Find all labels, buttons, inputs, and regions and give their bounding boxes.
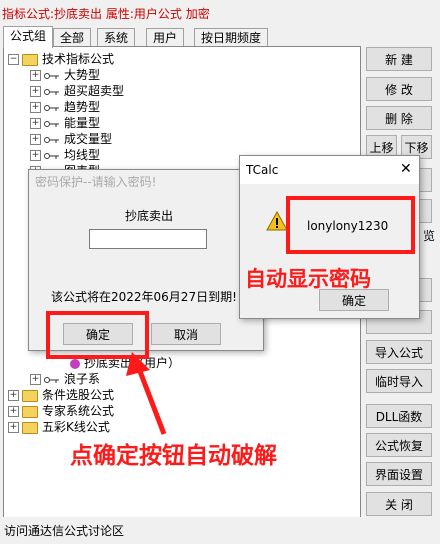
cancel-button[interactable]: 取消	[151, 323, 221, 345]
window-title: 指标公式:抄底卖出 属性:用户公式 加密	[2, 7, 210, 21]
tree-node-child[interactable]: + 大势型	[30, 67, 100, 83]
expand-icon[interactable]: +	[30, 102, 41, 113]
expand-icon[interactable]: +	[30, 374, 41, 385]
close-icon[interactable]: ✕	[400, 161, 412, 177]
folder-icon	[22, 389, 38, 402]
delete-button[interactable]: 删 除	[366, 106, 432, 130]
tree-node-child[interactable]: + 超买超卖型	[30, 83, 124, 99]
new-button[interactable]: 新 建	[366, 47, 432, 71]
key-icon	[44, 88, 59, 95]
folder-icon	[22, 421, 38, 434]
tcalc-title: TCalc	[246, 163, 279, 177]
forum-link[interactable]: 访问通达信公式讨论区	[4, 522, 124, 539]
folder-icon	[22, 405, 38, 418]
tab-by-date[interactable]: 按日期频度	[194, 28, 269, 47]
expand-icon[interactable]: +	[30, 118, 41, 129]
tree-node-child[interactable]: + 能量型	[30, 115, 100, 131]
dialog-title: 密码保护--请输入密码!	[35, 175, 157, 189]
tab-all[interactable]: 全部	[53, 28, 92, 47]
tree-node-child[interactable]: + 浪子系	[30, 371, 100, 387]
folder-icon	[22, 53, 38, 66]
modify-button[interactable]: 修 改	[366, 77, 432, 101]
ui-settings-button[interactable]: 界面设置	[366, 462, 432, 486]
tree-node-tech[interactable]: − 技术指标公式	[8, 51, 114, 67]
key-icon	[44, 376, 59, 383]
partial-label: 览	[423, 229, 436, 243]
expand-icon[interactable]: +	[30, 134, 41, 145]
expand-icon[interactable]: +	[30, 150, 41, 161]
password-input[interactable]	[89, 229, 207, 249]
expand-icon[interactable]: +	[8, 390, 19, 401]
tab-user[interactable]: 用户	[146, 28, 185, 47]
annotation-click-ok: 点确定按钮自动破解	[70, 443, 277, 469]
tree-node-expert[interactable]: + 专家系统公式	[8, 403, 114, 419]
temp-import-button[interactable]: 临时导入	[366, 369, 432, 393]
key-icon	[44, 120, 59, 127]
key-icon	[44, 104, 59, 111]
user-formula-icon	[70, 358, 80, 369]
key-icon	[44, 152, 59, 159]
arrow-icon	[126, 352, 167, 435]
expand-icon[interactable]: +	[8, 422, 19, 433]
annotation-auto-show: 自动显示密码	[245, 267, 371, 291]
formula-name-label: 抄底卖出	[125, 209, 174, 223]
import-button[interactable]: 导入公式	[366, 340, 432, 364]
expire-notice: 该公式将在2022年06月27日到期!	[51, 290, 237, 304]
tree-node-kline[interactable]: + 五彩K线公式	[8, 419, 110, 435]
tab-formula-group[interactable]: 公式组	[3, 26, 54, 48]
tree-node-child[interactable]: + 趋势型	[30, 99, 100, 115]
close-button[interactable]: 关 闭	[366, 492, 432, 516]
dll-button[interactable]: DLL函数	[366, 404, 432, 428]
collapse-icon[interactable]: −	[8, 54, 19, 65]
warning-icon	[266, 211, 288, 231]
key-icon	[44, 136, 59, 143]
expand-icon[interactable]: +	[30, 70, 41, 81]
tree-node-child[interactable]: + 成交量型	[30, 131, 112, 147]
restore-button[interactable]: 公式恢复	[366, 433, 432, 457]
tree-node-child[interactable]: + 均线型	[30, 147, 100, 163]
highlight-password-box	[286, 196, 415, 254]
expand-icon[interactable]: +	[8, 406, 19, 417]
key-icon	[44, 72, 59, 79]
expand-icon[interactable]: +	[30, 86, 41, 97]
tab-system[interactable]: 系统	[97, 28, 136, 47]
tree-node-stock-select[interactable]: + 条件选股公式	[8, 387, 114, 403]
